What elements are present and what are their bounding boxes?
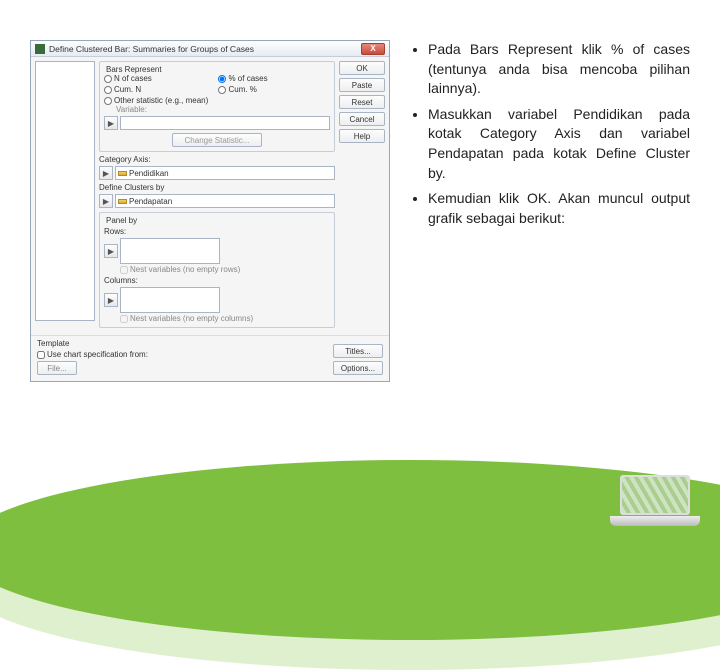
- checkbox-label: Use chart specification from:: [47, 350, 148, 359]
- radio-other-stat[interactable]: Other statistic (e.g., mean): [104, 96, 330, 105]
- file-button[interactable]: File...: [37, 361, 77, 375]
- app-icon: [35, 44, 45, 54]
- spss-dialog: Define Clustered Bar: Summaries for Grou…: [30, 40, 390, 382]
- paste-button[interactable]: Paste: [339, 78, 385, 92]
- move-variable-button[interactable]: ▶: [104, 116, 118, 130]
- category-axis-input[interactable]: Pendidikan: [115, 166, 335, 180]
- panel-by-group: Panel by Rows: ▶ Nest variables (no empt…: [99, 212, 335, 328]
- define-clusters-input[interactable]: Pendapatan: [115, 194, 335, 208]
- cancel-button[interactable]: Cancel: [339, 112, 385, 126]
- options-button[interactable]: Options...: [333, 361, 383, 375]
- close-button[interactable]: X: [361, 43, 385, 55]
- define-clusters-label: Define Clusters by: [99, 183, 335, 192]
- radio-pct-of-cases[interactable]: % of cases: [218, 74, 326, 83]
- variable-label: Variable:: [116, 105, 330, 114]
- category-axis-value: Pendidikan: [129, 169, 169, 178]
- define-clusters-value: Pendapatan: [129, 197, 172, 206]
- titlebar: Define Clustered Bar: Summaries for Grou…: [31, 41, 389, 57]
- radio-label: Cum. N: [114, 85, 141, 94]
- bullet-2: Masukkan variabel Pendidikan pada kotak …: [428, 105, 690, 183]
- category-axis-label: Category Axis:: [99, 155, 335, 164]
- bars-represent-group: Bars Represent N of cases % of cases Cum…: [99, 61, 335, 152]
- variable-list[interactable]: [35, 61, 95, 321]
- move-cluster-button[interactable]: ▶: [99, 194, 113, 208]
- columns-label: Columns:: [104, 276, 330, 285]
- move-rows-button[interactable]: ▶: [104, 244, 118, 258]
- nest-rows-checkbox[interactable]: Nest variables (no empty rows): [120, 265, 330, 274]
- radio-n-of-cases[interactable]: N of cases: [104, 74, 212, 83]
- panel-by-label: Panel by: [104, 216, 139, 225]
- titles-button[interactable]: Titles...: [333, 344, 383, 358]
- cols-list[interactable]: [120, 287, 220, 313]
- checkbox-label: Nest variables (no empty rows): [130, 265, 240, 274]
- variable-input[interactable]: [120, 116, 330, 130]
- bars-represent-label: Bars Represent: [104, 65, 164, 74]
- ok-button[interactable]: OK: [339, 61, 385, 75]
- ruler-icon: [118, 199, 127, 204]
- checkbox-label: Nest variables (no empty columns): [130, 314, 253, 323]
- radio-label: Cum. %: [228, 85, 256, 94]
- reset-button[interactable]: Reset: [339, 95, 385, 109]
- help-button[interactable]: Help: [339, 129, 385, 143]
- radio-label: % of cases: [228, 74, 267, 83]
- footer-decoration: [0, 480, 720, 540]
- bullet-1: Pada Bars Represent klik % of cases (ten…: [428, 40, 690, 99]
- use-chart-spec-checkbox[interactable]: Use chart specification from:: [37, 350, 383, 359]
- bullet-3: Kemudian klik OK. Akan muncul output gra…: [428, 189, 690, 228]
- radio-label: Other statistic (e.g., mean): [114, 96, 208, 105]
- dialog-title: Define Clustered Bar: Summaries for Grou…: [49, 44, 361, 54]
- laptop-icon: [610, 475, 700, 530]
- ruler-icon: [118, 171, 127, 176]
- move-cols-button[interactable]: ▶: [104, 293, 118, 307]
- change-statistic-button[interactable]: Change Statistic...: [172, 133, 262, 147]
- move-category-button[interactable]: ▶: [99, 166, 113, 180]
- rows-label: Rows:: [104, 227, 330, 236]
- instructions: Pada Bars Represent klik % of cases (ten…: [410, 40, 690, 382]
- radio-cum-pct[interactable]: Cum. %: [218, 85, 326, 94]
- nest-cols-checkbox[interactable]: Nest variables (no empty columns): [120, 314, 330, 323]
- rows-list[interactable]: [120, 238, 220, 264]
- radio-label: N of cases: [114, 74, 152, 83]
- template-label: Template: [37, 339, 383, 348]
- radio-cum-n[interactable]: Cum. N: [104, 85, 212, 94]
